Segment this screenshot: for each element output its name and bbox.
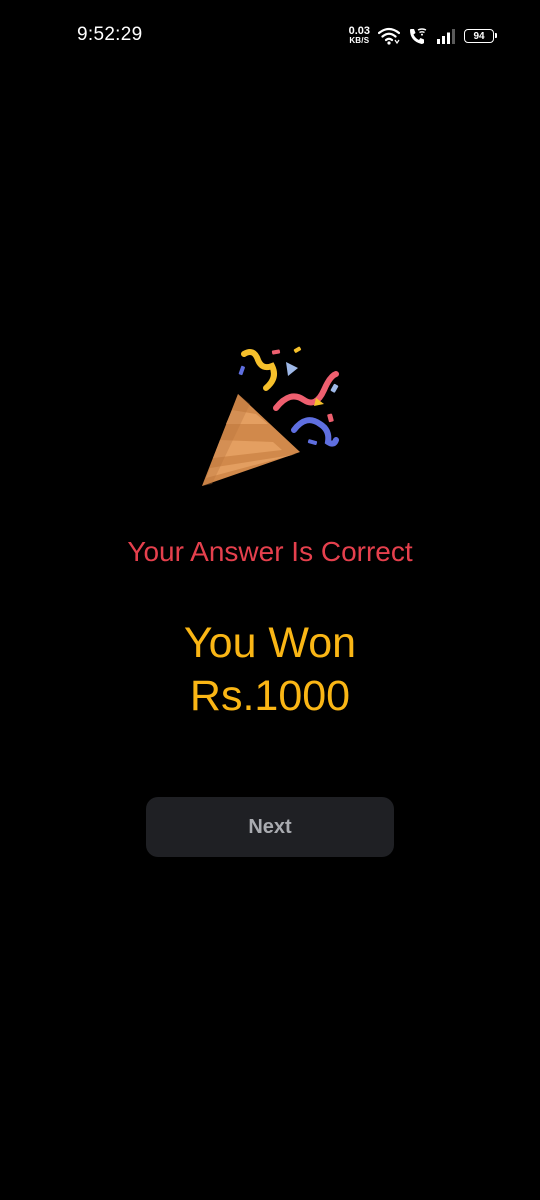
wifi-call-icon bbox=[410, 28, 427, 44]
network-speed-value: 0.03 bbox=[348, 25, 370, 37]
wifi-icon bbox=[378, 27, 400, 45]
prize-line-1: You Won bbox=[183, 619, 357, 667]
status-bar: 9:52:29 0.03 KB/S 94 bbox=[0, 0, 540, 72]
signal-icon bbox=[437, 29, 455, 44]
prize-amount: Rs.1000 bbox=[189, 672, 351, 720]
battery-icon: 94 bbox=[464, 29, 497, 43]
next-button[interactable]: Next bbox=[146, 797, 394, 857]
network-speed-unit: KB/S bbox=[349, 36, 370, 45]
network-speed: 0.03 KB/S bbox=[348, 25, 370, 46]
party-popper-icon bbox=[202, 346, 339, 486]
result-message: Your Answer Is Correct bbox=[127, 536, 413, 567]
status-icons: 0.03 KB/S 94 bbox=[348, 24, 497, 48]
battery-level: 94 bbox=[473, 30, 485, 42]
status-time: 9:52:29 bbox=[77, 24, 143, 45]
prize-text: You Won Rs.1000 bbox=[0, 617, 540, 723]
